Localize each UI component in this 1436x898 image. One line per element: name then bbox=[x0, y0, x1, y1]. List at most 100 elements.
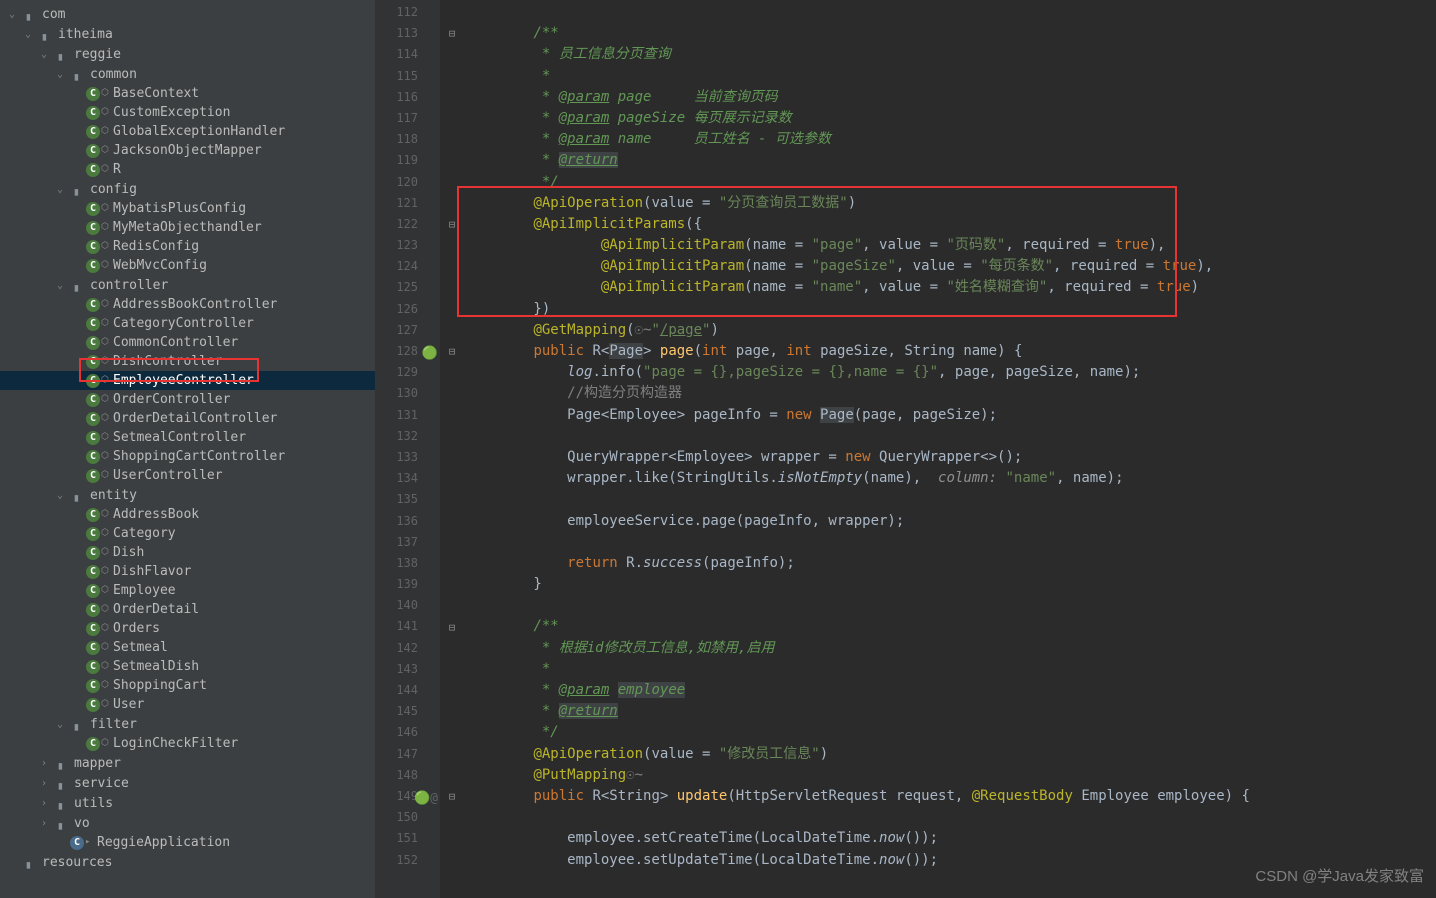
tree-item-GlobalExceptionHandler[interactable]: C⬡GlobalExceptionHandler bbox=[0, 122, 375, 141]
code-line[interactable] bbox=[440, 426, 1436, 447]
code-line[interactable] bbox=[440, 2, 1436, 23]
code-line[interactable]: @ApiImplicitParams({ bbox=[440, 214, 1436, 235]
code-line[interactable]: @ApiOperation(value = "分页查询员工数据") bbox=[440, 193, 1436, 214]
tree-item-JacksonObjectMapper[interactable]: C⬡JacksonObjectMapper bbox=[0, 141, 375, 160]
code-line[interactable]: @ApiImplicitParam(name = "name", value =… bbox=[440, 277, 1436, 298]
tree-item-DishController[interactable]: C⬡DishController bbox=[0, 352, 375, 371]
tree-item-Employee[interactable]: C⬡Employee bbox=[0, 581, 375, 600]
tree-item-config[interactable]: ⌄▖config bbox=[0, 179, 375, 199]
tree-item-Setmeal[interactable]: C⬡Setmeal bbox=[0, 638, 375, 657]
code-line[interactable]: * @param page 当前查询页码 bbox=[440, 87, 1436, 108]
tree-item-vo[interactable]: ›▖vo bbox=[0, 813, 375, 833]
code-line[interactable] bbox=[440, 807, 1436, 828]
code-line[interactable]: QueryWrapper<Employee> wrapper = new Que… bbox=[440, 447, 1436, 468]
tree-item-WebMvcConfig[interactable]: C⬡WebMvcConfig bbox=[0, 256, 375, 275]
line-number: 138 bbox=[375, 553, 440, 574]
fold-icon[interactable]: ⊟ bbox=[446, 621, 458, 634]
code-line[interactable]: employeeService.page(pageInfo, wrapper); bbox=[440, 511, 1436, 532]
tree-arrow: ⌄ bbox=[54, 69, 66, 80]
code-line[interactable]: * 根据id修改员工信息,如禁用,启用 bbox=[440, 638, 1436, 659]
tree-item-MybatisPlusConfig[interactable]: C⬡MybatisPlusConfig bbox=[0, 199, 375, 218]
tree-item-OrderDetail[interactable]: C⬡OrderDetail bbox=[0, 600, 375, 619]
code-line[interactable]: /** bbox=[440, 616, 1436, 637]
fold-icon[interactable]: ⊟ bbox=[446, 27, 458, 40]
code-line[interactable]: * bbox=[440, 66, 1436, 87]
tree-label: JacksonObjectMapper bbox=[113, 143, 262, 158]
code-line[interactable]: @PutMapping☉~ bbox=[440, 765, 1436, 786]
code-line[interactable]: @ApiOperation(value = "修改员工信息") bbox=[440, 744, 1436, 765]
code-line[interactable]: @ApiImplicitParam(name = "pageSize", val… bbox=[440, 256, 1436, 277]
tree-item-Orders[interactable]: C⬡Orders bbox=[0, 619, 375, 638]
tree-item-mapper[interactable]: ›▖mapper bbox=[0, 753, 375, 773]
tree-item-MyMetaObjecthandler[interactable]: C⬡MyMetaObjecthandler bbox=[0, 218, 375, 237]
tree-item-CommonController[interactable]: C⬡CommonController bbox=[0, 333, 375, 352]
fold-icon[interactable]: ⊟ bbox=[446, 218, 458, 231]
tree-item-R[interactable]: C⬡R bbox=[0, 160, 375, 179]
class-aux-icon: ⬡ bbox=[101, 126, 113, 138]
tree-item-LoginCheckFilter[interactable]: C⬡LoginCheckFilter bbox=[0, 734, 375, 753]
code-line[interactable]: //构造分页构造器 bbox=[440, 383, 1436, 404]
fold-icon[interactable]: ⊟ bbox=[446, 345, 458, 358]
code-line[interactable]: * @return bbox=[440, 701, 1436, 722]
tree-item-resources[interactable]: ▖resources bbox=[0, 852, 375, 872]
code-line[interactable]: * @return bbox=[440, 150, 1436, 171]
tree-item-Dish[interactable]: C⬡Dish bbox=[0, 543, 375, 562]
code-line[interactable] bbox=[440, 532, 1436, 553]
tree-item-User[interactable]: C⬡User bbox=[0, 695, 375, 714]
tree-item-UserController[interactable]: C⬡UserController bbox=[0, 466, 375, 485]
code-line[interactable]: * @param name 员工姓名 - 可选参数 bbox=[440, 129, 1436, 150]
tree-item-SetmealController[interactable]: C⬡SetmealController bbox=[0, 428, 375, 447]
code-line[interactable]: log.info("page = {},pageSize = {},name =… bbox=[440, 362, 1436, 383]
code-line[interactable]: employee.setCreateTime(LocalDateTime.now… bbox=[440, 828, 1436, 849]
tree-item-Category[interactable]: C⬡Category bbox=[0, 524, 375, 543]
tree-item-common[interactable]: ⌄▖common bbox=[0, 64, 375, 84]
gutter-marker-icon[interactable]: 🟢@ bbox=[414, 788, 438, 809]
code-line[interactable]: */ bbox=[440, 722, 1436, 743]
fold-icon[interactable]: ⊟ bbox=[446, 790, 458, 803]
code-line[interactable] bbox=[440, 595, 1436, 616]
code-line[interactable]: * @param pageSize 每页展示记录数 bbox=[440, 108, 1436, 129]
code-area[interactable]: ⊟ ⊟ ⊟ ⊟ ⊟ /** * 员工信息分页查询 * * @param page 当前查… bbox=[440, 0, 1436, 898]
code-line[interactable]: * @param employee bbox=[440, 680, 1436, 701]
tree-item-OrderDetailController[interactable]: C⬡OrderDetailController bbox=[0, 409, 375, 428]
tree-item-BaseContext[interactable]: C⬡BaseContext bbox=[0, 84, 375, 103]
code-line[interactable]: */ bbox=[440, 172, 1436, 193]
tree-item-AddressBookController[interactable]: C⬡AddressBookController bbox=[0, 295, 375, 314]
code-line[interactable]: * bbox=[440, 659, 1436, 680]
code-line[interactable]: /** bbox=[440, 23, 1436, 44]
code-line[interactable]: }) bbox=[440, 299, 1436, 320]
tree-item-ShoppingCart[interactable]: C⬡ShoppingCart bbox=[0, 676, 375, 695]
code-line[interactable]: Page<Employee> pageInfo = new Page(page,… bbox=[440, 405, 1436, 426]
code-line[interactable] bbox=[440, 489, 1436, 510]
tree-item-entity[interactable]: ⌄▖entity bbox=[0, 485, 375, 505]
code-line[interactable]: @ApiImplicitParam(name = "page", value =… bbox=[440, 235, 1436, 256]
tree-item-SetmealDish[interactable]: C⬡SetmealDish bbox=[0, 657, 375, 676]
tree-item-CustomException[interactable]: C⬡CustomException bbox=[0, 103, 375, 122]
code-line[interactable]: @GetMapping(☉~"/page") bbox=[440, 320, 1436, 341]
tree-item-itheima[interactable]: ⌄▖itheima bbox=[0, 24, 375, 44]
tree-item-EmployeeController[interactable]: C⬡EmployeeController bbox=[0, 371, 375, 390]
code-line[interactable]: * 员工信息分页查询 bbox=[440, 44, 1436, 65]
tree-item-controller[interactable]: ⌄▖controller bbox=[0, 275, 375, 295]
tree-item-service[interactable]: ›▖service bbox=[0, 773, 375, 793]
tree-item-ShoppingCartController[interactable]: C⬡ShoppingCartController bbox=[0, 447, 375, 466]
tree-item-ReggieApplication[interactable]: C▸ReggieApplication bbox=[0, 833, 375, 852]
tree-item-utils[interactable]: ›▖utils bbox=[0, 793, 375, 813]
tree-item-OrderController[interactable]: C⬡OrderController bbox=[0, 390, 375, 409]
tree-label: common bbox=[90, 67, 137, 82]
tree-item-CategoryController[interactable]: C⬡CategoryController bbox=[0, 314, 375, 333]
code-line[interactable]: public R<String> update(HttpServletReque… bbox=[440, 786, 1436, 807]
code-line[interactable]: return R.success(pageInfo); bbox=[440, 553, 1436, 574]
code-line[interactable]: wrapper.like(StringUtils.isNotEmpty(name… bbox=[440, 468, 1436, 489]
tree-item-AddressBook[interactable]: C⬡AddressBook bbox=[0, 505, 375, 524]
code-line[interactable]: public R<Page> page(int page, int pageSi… bbox=[440, 341, 1436, 362]
tree-item-reggie[interactable]: ⌄▖reggie bbox=[0, 44, 375, 64]
tree-item-DishFlavor[interactable]: C⬡DishFlavor bbox=[0, 562, 375, 581]
tree-item-RedisConfig[interactable]: C⬡RedisConfig bbox=[0, 237, 375, 256]
code-line[interactable]: } bbox=[440, 574, 1436, 595]
gutter-marker-icon[interactable]: 🟢 bbox=[422, 343, 438, 364]
project-tree[interactable]: ⌄▖com⌄▖itheima⌄▖reggie⌄▖commonC⬡BaseCont… bbox=[0, 0, 375, 898]
code-editor[interactable]: 1121131141151161171181191201211221231241… bbox=[375, 0, 1436, 898]
tree-item-filter[interactable]: ⌄▖filter bbox=[0, 714, 375, 734]
tree-item-com[interactable]: ⌄▖com bbox=[0, 4, 375, 24]
